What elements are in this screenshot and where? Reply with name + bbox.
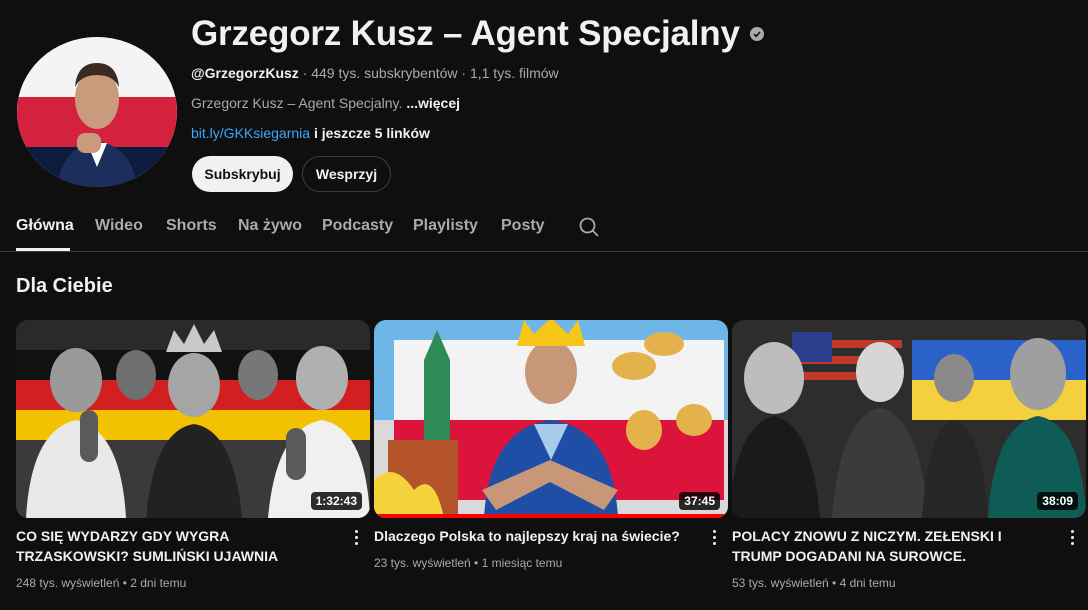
video-duration: 1:32:43 (310, 492, 362, 510)
video-card[interactable]: 38:09 POLACY ZNOWU Z NICZYM. ZEŁENSKI I … (732, 320, 1086, 590)
channel-handle: @GrzegorzKusz (191, 65, 299, 81)
active-tab-indicator (16, 248, 70, 251)
video-thumbnail[interactable]: 38:09 (732, 320, 1086, 518)
tab-podcasts[interactable]: Podcasty (322, 217, 393, 235)
tab-home[interactable]: Główna (16, 217, 74, 235)
watch-progress-bar (374, 514, 728, 518)
channel-name: Grzegorz Kusz – Agent Specjalny (191, 14, 740, 53)
tab-live[interactable]: Na żywo (238, 217, 302, 235)
verified-check-icon (749, 27, 764, 41)
subscribe-button[interactable]: Subskrybuj (192, 156, 293, 192)
tab-shorts[interactable]: Shorts (166, 217, 217, 235)
video-duration: 37:45 (679, 492, 720, 510)
video-thumbnail[interactable]: 37:45 (374, 320, 728, 518)
tab-posts[interactable]: Posty (501, 217, 545, 235)
video-title[interactable]: POLACY ZNOWU Z NICZYM. ZEŁENSKI I TRUMP … (732, 526, 1052, 566)
channel-links: bit.ly/GKKsiegarnia i jeszcze 5 linków (191, 125, 430, 141)
channel-description[interactable]: Grzegorz Kusz – Agent Specjalny. ...więc… (191, 95, 460, 111)
channel-stats: · 449 tys. subskrybentów · 1,1 tys. film… (298, 65, 559, 81)
tab-playlists[interactable]: Playlisty (413, 217, 478, 235)
video-card[interactable]: 37:45 Dlaczego Polska to najlepszy kraj … (374, 320, 728, 570)
video-title[interactable]: Dlaczego Polska to najlepszy kraj na świ… (374, 526, 694, 546)
search-icon[interactable] (578, 216, 600, 238)
more-links-button[interactable]: i jeszcze 5 linków (310, 125, 430, 141)
description-text: Grzegorz Kusz – Agent Specjalny. (191, 95, 403, 111)
channel-link[interactable]: bit.ly/GKKsiegarnia (191, 125, 310, 141)
video-meta: 23 tys. wyświetleń • 1 miesiąc temu (374, 556, 563, 570)
video-title[interactable]: CO SIĘ WYDARZY GDY WYGRA TRZASKOWSKI? SU… (16, 526, 336, 566)
channel-title: Grzegorz Kusz – Agent Specjalny (191, 14, 764, 54)
more-actions-icon[interactable] (1064, 527, 1080, 547)
more-actions-icon[interactable] (348, 527, 364, 547)
video-meta: 248 tys. wyświetleń • 2 dni temu (16, 576, 187, 590)
more-actions-icon[interactable] (706, 527, 722, 547)
tab-videos[interactable]: Wideo (95, 217, 143, 235)
video-thumbnail[interactable]: 1:32:43 (16, 320, 370, 518)
support-button[interactable]: Wesprzyj (302, 156, 391, 192)
channel-tabs: Główna Wideo Shorts Na żywo Podcasty Pla… (0, 205, 1088, 252)
more-button[interactable]: ...więcej (406, 95, 460, 111)
video-duration: 38:09 (1037, 492, 1078, 510)
channel-avatar[interactable] (17, 37, 177, 187)
channel-meta: @GrzegorzKusz · 449 tys. subskrybentów ·… (191, 65, 559, 81)
video-card[interactable]: 1:32:43 CO SIĘ WYDARZY GDY WYGRA TRZASKO… (16, 320, 370, 590)
video-meta: 53 tys. wyświetleń • 4 dni temu (732, 576, 896, 590)
section-title: Dla Ciebie (16, 275, 113, 297)
